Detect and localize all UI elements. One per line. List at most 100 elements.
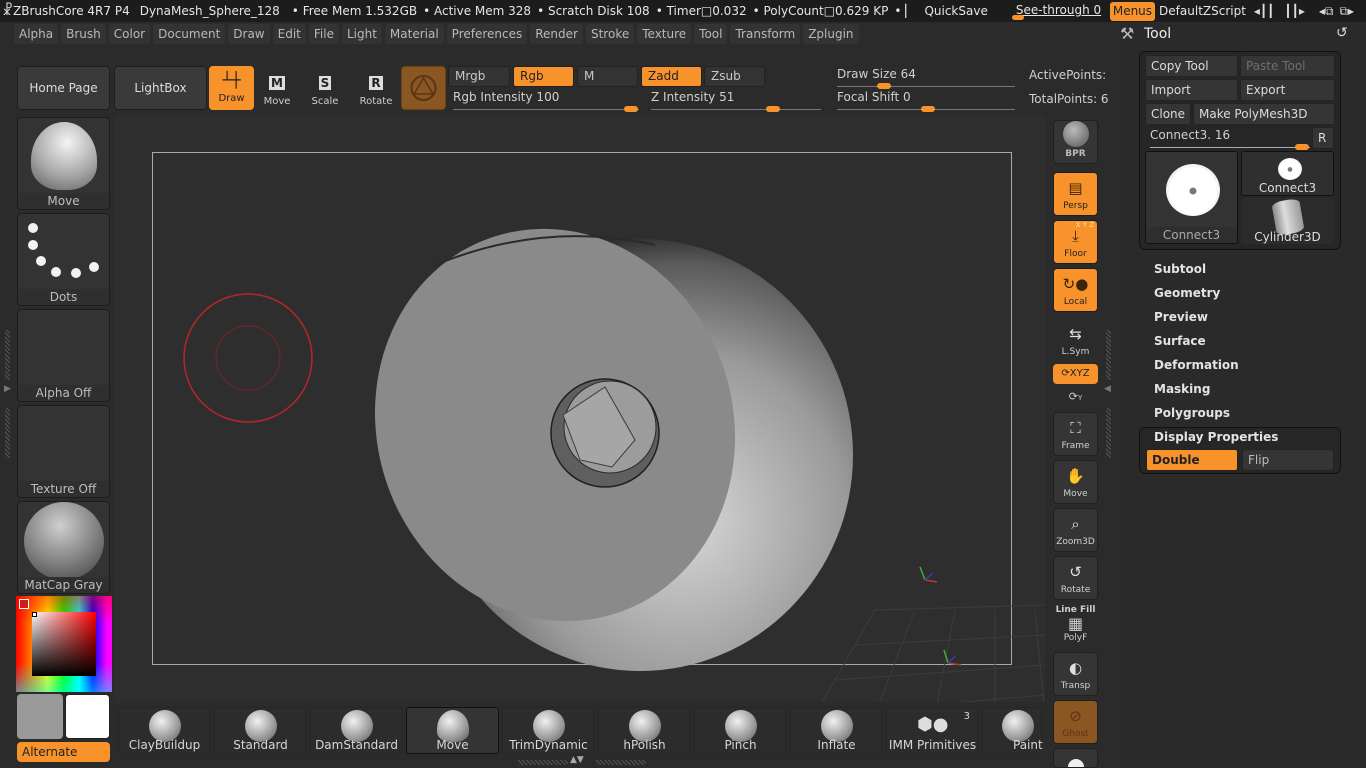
tool-thumb-connect3[interactable]: Connect3 xyxy=(1241,151,1334,196)
lightbox-button[interactable]: LightBox xyxy=(114,66,207,110)
home-page-button[interactable]: Home Page xyxy=(17,66,110,110)
brush-standard[interactable]: Standard xyxy=(214,707,307,754)
brush-thumbnail[interactable]: Move xyxy=(17,117,110,210)
menu-tool[interactable]: Tool xyxy=(694,24,728,44)
brush-damstandard[interactable]: DamStandard xyxy=(310,707,403,754)
menu-color[interactable]: Color xyxy=(108,24,151,44)
secondary-color-swatch[interactable] xyxy=(65,694,110,739)
rgb-intensity-slider[interactable]: Rgb Intensity 100 xyxy=(453,90,639,112)
layout-next-icon[interactable]: ⧉▸ xyxy=(1339,4,1354,19)
menu-alpha[interactable]: Alpha xyxy=(14,24,59,44)
mrgb-button[interactable]: Mrgb xyxy=(448,66,510,87)
color-cursor[interactable] xyxy=(32,612,37,617)
solo-button[interactable] xyxy=(1053,748,1098,768)
right-tray-scroll-2[interactable] xyxy=(1106,408,1111,458)
r-button[interactable]: R xyxy=(1312,127,1334,149)
scroll-left-icon[interactable]: ◂┃┃ xyxy=(1254,4,1274,18)
texture-thumbnail[interactable]: Texture Off xyxy=(17,405,110,498)
brush-imm-primitives[interactable]: ⬢● 3 IMM Primitives xyxy=(886,707,979,754)
shelf-scroll-arrows-icon[interactable]: ▲▼ xyxy=(570,755,584,765)
gizmo-button[interactable] xyxy=(401,66,446,110)
clone-button[interactable]: Clone xyxy=(1145,103,1191,125)
menu-edit[interactable]: Edit xyxy=(272,24,306,44)
focal-shift-slider[interactable]: Focal Shift 0 xyxy=(837,90,1015,112)
zoom3d-button[interactable]: ⌕ Zoom3D xyxy=(1053,508,1098,552)
layout-prev-icon[interactable]: ◂⧉ xyxy=(1319,4,1334,19)
menu-stroke[interactable]: Stroke xyxy=(585,24,635,44)
deformation-section[interactable]: Deformation xyxy=(1154,358,1239,372)
z-intensity-slider[interactable]: Z Intensity 51 xyxy=(651,90,821,112)
color-saturation-square[interactable] xyxy=(32,612,96,676)
rotate-view-button[interactable]: ↺ Rotate xyxy=(1053,556,1098,600)
menu-light[interactable]: Light xyxy=(341,24,382,44)
ghost-button[interactable]: ⊘ Ghost xyxy=(1053,700,1098,744)
bpr-button[interactable]: BPR xyxy=(1053,120,1098,164)
brush-paint[interactable]: Paint xyxy=(982,707,1043,754)
tool-select-knob[interactable] xyxy=(1295,144,1309,150)
export-button[interactable]: Export xyxy=(1240,79,1335,101)
tool-thumb-cylinder3d[interactable]: Cylinder3D xyxy=(1241,197,1334,244)
alternate-button[interactable]: Alternate xyxy=(17,742,110,762)
rgb-button[interactable]: Rgb xyxy=(513,66,574,87)
brush-pinch[interactable]: Pinch xyxy=(694,707,787,754)
brush-hpolish[interactable]: hPolish xyxy=(598,707,691,754)
copy-tool-button[interactable]: Copy Tool xyxy=(1145,55,1238,77)
make-polymesh3d-button[interactable]: Make PolyMesh3D xyxy=(1193,103,1335,125)
geometry-section[interactable]: Geometry xyxy=(1154,286,1220,300)
tool-select-slider[interactable]: Connect3. 16 xyxy=(1150,128,1310,150)
zadd-button[interactable]: Zadd xyxy=(641,66,702,87)
left-tray-toggle-icon[interactable]: ▶ xyxy=(4,384,11,394)
local-button[interactable]: ↻● Local xyxy=(1053,268,1098,312)
rotate-mode-button[interactable]: R Rotate xyxy=(353,70,399,110)
default-zscript[interactable]: DefaultZScript xyxy=(1159,4,1246,18)
xyz-rotation-button[interactable]: ⟳XYZ xyxy=(1053,364,1098,384)
move-mode-button[interactable]: M Move xyxy=(254,70,300,110)
flip-button[interactable]: Flip xyxy=(1242,449,1334,471)
menu-document[interactable]: Document xyxy=(153,24,226,44)
m-button[interactable]: M xyxy=(577,66,638,87)
move-view-button[interactable]: ✋ Move xyxy=(1053,460,1098,504)
see-through-knob[interactable] xyxy=(1011,15,1024,20)
brush-trimdynamic[interactable]: TrimDynamic xyxy=(502,707,595,754)
menu-render[interactable]: Render xyxy=(530,24,583,44)
color-picker[interactable] xyxy=(16,596,112,692)
menu-draw[interactable]: Draw xyxy=(228,24,270,44)
quicksave-button[interactable]: QuickSave xyxy=(920,2,991,20)
floor-axes[interactable]: X Y Z xyxy=(1076,221,1094,229)
shelf-scroll-left[interactable] xyxy=(518,760,568,765)
brush-claybuildup[interactable]: ClayBuildup xyxy=(118,707,211,754)
menu-material[interactable]: Material xyxy=(384,24,444,44)
frame-button[interactable]: ⛶ Frame xyxy=(1053,412,1098,456)
scale-mode-button[interactable]: S Scale xyxy=(302,70,348,110)
draw-mode-button[interactable]: ┴︎┼ Draw xyxy=(209,66,254,110)
masking-section[interactable]: Masking xyxy=(1154,382,1210,396)
lsym-button[interactable]: ⇆ L.Sym xyxy=(1053,318,1098,362)
primary-color-swatch[interactable] xyxy=(17,694,63,739)
y-rotation-button[interactable]: ⟳Y xyxy=(1053,390,1098,403)
menu-transform[interactable]: Transform xyxy=(730,24,801,44)
right-tray-toggle-icon[interactable]: ◀ xyxy=(1104,384,1111,394)
preview-section[interactable]: Preview xyxy=(1154,310,1208,324)
z-intensity-knob[interactable] xyxy=(766,106,780,112)
menu-preferences[interactable]: Preferences xyxy=(446,24,528,44)
scroll-right-icon[interactable]: ┃┃▸ xyxy=(1284,4,1304,18)
left-tray-scroll[interactable] xyxy=(5,330,10,380)
shelf-scroll-right[interactable] xyxy=(596,760,646,765)
alpha-thumbnail[interactable]: Alpha Off xyxy=(17,309,110,402)
import-button[interactable]: Import xyxy=(1145,79,1238,101)
menu-brush[interactable]: Brush xyxy=(61,24,106,44)
menu-texture[interactable]: Texture xyxy=(637,24,692,44)
menu-zplugin[interactable]: Zplugin xyxy=(803,24,859,44)
tool-thumb-main[interactable]: Connect3 xyxy=(1145,151,1238,244)
display-properties-section[interactable]: Display Properties xyxy=(1154,430,1278,444)
subtool-section[interactable]: Subtool xyxy=(1154,262,1206,276)
stroke-thumbnail[interactable]: Dots xyxy=(17,213,110,306)
menu-file[interactable]: File xyxy=(308,24,339,44)
persp-button[interactable]: ▤ Persp xyxy=(1053,172,1098,216)
draw-size-knob[interactable] xyxy=(877,83,891,89)
menus-button[interactable]: Menus xyxy=(1109,1,1156,21)
polygroups-section[interactable]: Polygroups xyxy=(1154,406,1230,420)
polyframe-button[interactable]: Line Fill ▦ PolyF xyxy=(1053,604,1098,648)
brush-inflate[interactable]: Inflate xyxy=(790,707,883,754)
floor-button[interactable]: X Y Z ⤓ Floor xyxy=(1053,220,1098,264)
